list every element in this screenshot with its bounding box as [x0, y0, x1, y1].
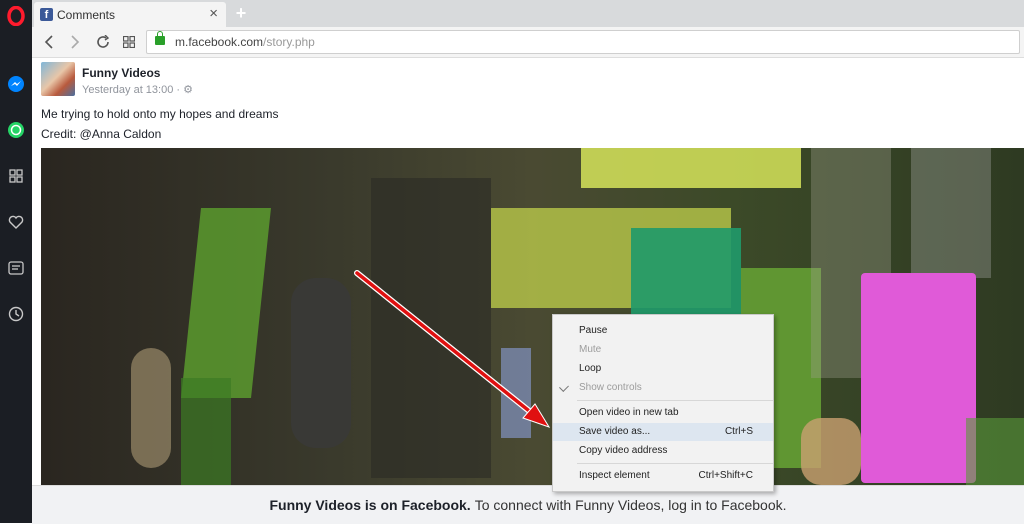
new-tab-icon[interactable]: + [232, 4, 250, 22]
forward-icon[interactable] [66, 33, 84, 51]
url-text: m.facebook.com/story.php [175, 35, 315, 49]
address-bar[interactable]: m.facebook.com/story.php [146, 30, 1020, 54]
menu-shortcut: Ctrl+S [724, 426, 753, 437]
messenger-icon[interactable] [4, 72, 28, 96]
footer-text: To connect with Funny Videos, log in to … [474, 497, 787, 513]
menu-item-pause[interactable]: Pause [553, 322, 773, 340]
video-context-menu: Pause Mute Loop Show controls Open video… [552, 314, 774, 492]
tab-comments[interactable]: f Comments × [34, 2, 226, 27]
news-icon[interactable] [4, 256, 28, 280]
tabs-grid-icon[interactable] [120, 33, 138, 51]
footer-bold-text: Funny Videos is on Facebook. [269, 497, 471, 513]
whatsapp-icon[interactable] [4, 118, 28, 142]
tab-title: Comments [57, 8, 116, 22]
close-icon[interactable]: × [209, 6, 218, 22]
menu-item-loop[interactable]: Loop [553, 360, 773, 378]
menu-separator [577, 400, 773, 401]
reload-icon[interactable] [94, 33, 112, 51]
back-icon[interactable] [40, 33, 58, 51]
annotation-arrow [354, 270, 551, 428]
check-icon [559, 382, 569, 392]
login-footer: Funny Videos is on Facebook. To connect … [32, 485, 1024, 524]
tab-strip: f Comments × + [32, 0, 1024, 27]
post-caption: Me trying to hold onto my hopes and drea… [41, 107, 279, 121]
facebook-favicon-icon: f [40, 8, 53, 21]
menu-item-inspect-element[interactable]: Inspect element Ctrl+Shift+C [553, 467, 773, 485]
heart-icon[interactable] [4, 210, 28, 234]
speed-dial-icon[interactable] [4, 164, 28, 188]
menu-item-mute: Mute [579, 344, 602, 355]
menu-item-open-video-new-tab[interactable]: Open video in new tab [553, 404, 773, 422]
menu-separator [577, 463, 773, 464]
history-icon[interactable] [4, 302, 28, 326]
menu-item-save-video-as[interactable]: Save video as... Ctrl+S [553, 423, 773, 441]
browser-toolbar: m.facebook.com/story.php [32, 27, 1024, 58]
page-avatar[interactable] [41, 62, 75, 96]
page-name-link[interactable]: Funny Videos [82, 66, 160, 80]
post-timestamp[interactable]: Yesterday at 13:00 · ⚙ [82, 83, 193, 96]
menu-item-copy-video-address[interactable]: Copy video address [553, 442, 773, 460]
menu-item-show-controls: Show controls [553, 379, 773, 397]
post-credit: Credit: @Anna Caldon [41, 127, 162, 141]
lock-icon [155, 31, 165, 45]
opera-sidebar [0, 0, 32, 523]
opera-icon[interactable] [4, 4, 28, 28]
menu-shortcut: Ctrl+Shift+C [698, 470, 753, 481]
video-player[interactable] [41, 148, 1024, 485]
